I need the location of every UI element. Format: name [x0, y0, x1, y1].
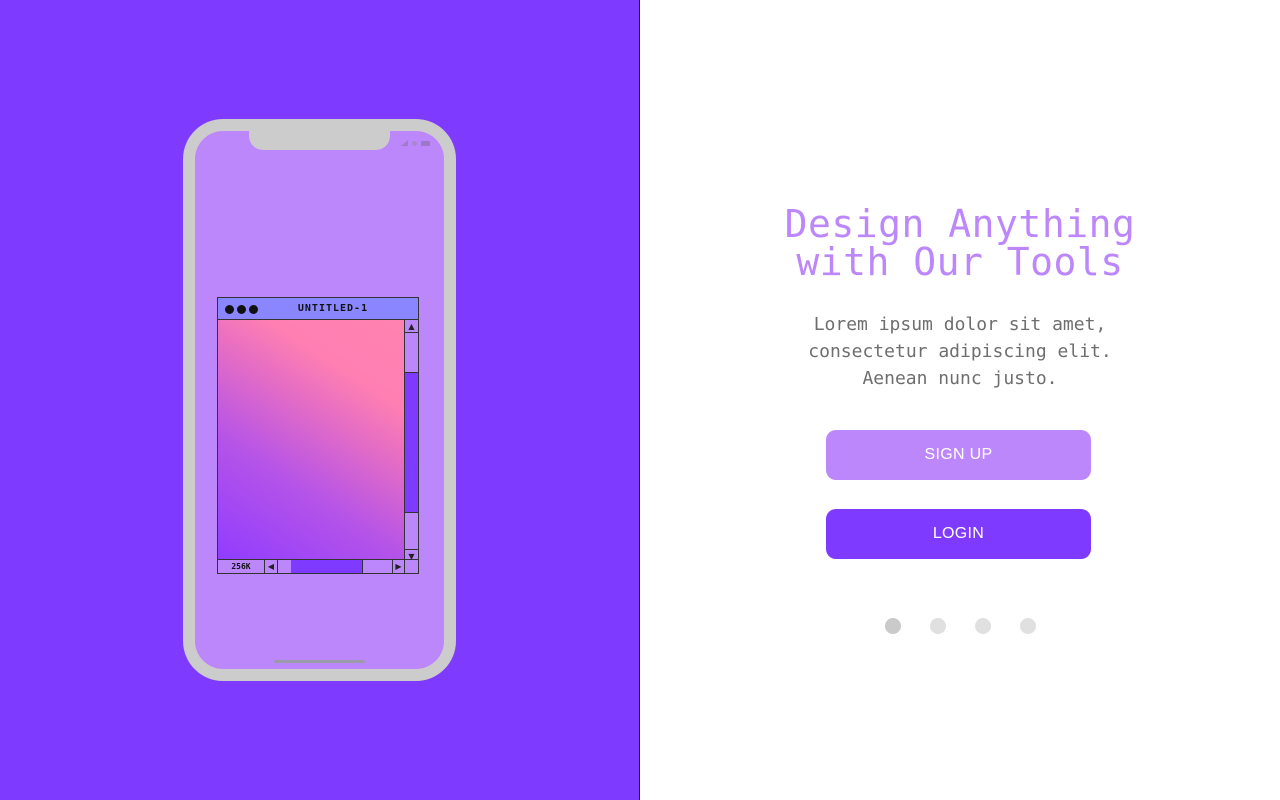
hero-subtitle-line-1: Lorem ipsum dolor sit amet,	[813, 314, 1107, 335]
scroll-left-arrow-icon[interactable]: ◀	[265, 560, 278, 573]
pager-dot-1[interactable]	[885, 618, 901, 634]
pagination-dots	[885, 618, 1036, 634]
sign-up-button[interactable]: SIGN UP	[826, 430, 1091, 480]
phone-screen: UNTITLED-1 ▲ ▼ 256K ◀ ▶	[195, 131, 444, 669]
wifi-icon	[412, 140, 417, 146]
horizontal-scroll-thumb[interactable]	[291, 560, 363, 573]
left-panel: UNTITLED-1 ▲ ▼ 256K ◀ ▶	[0, 0, 639, 800]
hero-subtitle: Lorem ipsum dolor sit amet, consectetur …	[640, 311, 1280, 392]
gradient-canvas[interactable]	[218, 320, 406, 562]
signal-icon	[401, 140, 408, 146]
login-button[interactable]: LOGIN	[826, 509, 1091, 559]
phone-mockup: UNTITLED-1 ▲ ▼ 256K ◀ ▶	[183, 119, 456, 681]
hero-subtitle-line-2: consectetur adipiscing elit.	[808, 341, 1112, 362]
zoom-label: 256K	[218, 560, 265, 573]
home-indicator[interactable]	[274, 660, 365, 663]
horizontal-scrollbar[interactable]: 256K ◀ ▶	[218, 559, 418, 573]
battery-icon	[421, 140, 430, 146]
scroll-up-arrow-icon[interactable]: ▲	[405, 320, 418, 333]
window-titlebar[interactable]: UNTITLED-1	[218, 298, 418, 320]
scroll-right-arrow-icon[interactable]: ▶	[392, 560, 405, 573]
status-bar-icons	[401, 140, 430, 146]
window-title: UNTITLED-1	[297, 303, 369, 314]
app-window: UNTITLED-1 ▲ ▼ 256K ◀ ▶	[217, 297, 419, 574]
pager-dot-2[interactable]	[930, 618, 946, 634]
pager-dot-4[interactable]	[1020, 618, 1036, 634]
vertical-scrollbar[interactable]: ▲ ▼	[404, 320, 418, 562]
hero-title-line-2: with Our Tools	[796, 240, 1124, 284]
phone-notch	[249, 131, 390, 150]
hero-title: Design Anything with Our Tools	[640, 205, 1280, 281]
hero-title-line-1: Design Anything	[784, 202, 1136, 246]
hero-subtitle-line-3: Aenean nunc justo.	[862, 368, 1058, 389]
right-panel: Design Anything with Our Tools Lorem ips…	[640, 0, 1280, 800]
vertical-scroll-thumb[interactable]	[405, 373, 418, 513]
pager-dot-3[interactable]	[975, 618, 991, 634]
